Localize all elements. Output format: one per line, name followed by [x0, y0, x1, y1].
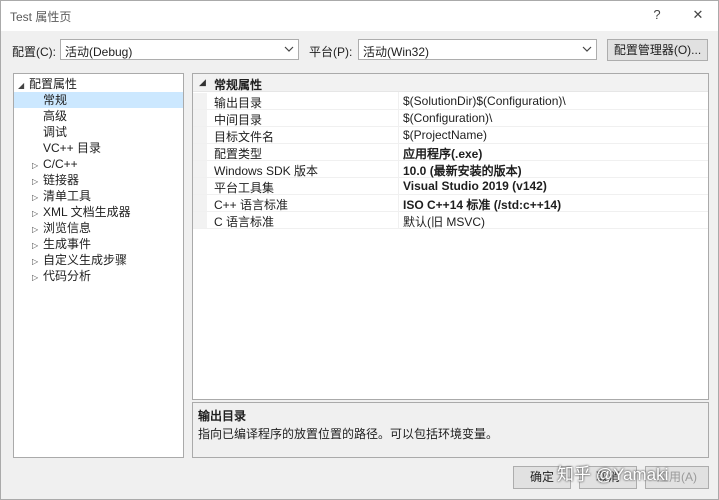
tree-item[interactable]: ▷ XML 文档生成器 — [14, 204, 183, 220]
platform-value: 活动(Win32) — [363, 45, 430, 59]
tree-item[interactable]: ▷ 自定义生成步骤 — [14, 252, 183, 268]
row-margin — [193, 110, 207, 126]
tree-item-label: C/C++ — [43, 157, 78, 171]
tree-item-label: 链接器 — [43, 173, 80, 187]
property-row[interactable]: 输出目录 $(SolutionDir)$(Configuration)\ — [193, 93, 708, 110]
tree-item-label: 调试 — [43, 125, 68, 139]
row-margin — [193, 212, 207, 228]
tree-item-label: 生成事件 — [43, 237, 92, 251]
category-tree: ◢ 配置属性 常规 高级 调试 VC++ 目录 ▷ C/C++ ▷ 链接器 ▷ 清单工具 ▷ XML 文档… — [13, 73, 184, 458]
title-bar: Test 属性页 ? ✕ — [1, 1, 718, 31]
tree-item-label: VC++ 目录 — [43, 141, 102, 155]
tree-item[interactable]: 高级 — [14, 108, 183, 124]
tree-item[interactable]: ▷ 链接器 — [14, 172, 183, 188]
tree-item[interactable]: ▷ 清单工具 — [14, 188, 183, 204]
tree-item-label: 清单工具 — [43, 189, 92, 203]
row-margin — [193, 178, 207, 194]
property-row[interactable]: 配置类型 应用程序(.exe) — [193, 144, 708, 161]
close-button[interactable]: ✕ — [690, 7, 706, 23]
property-name: 平台工具集 — [214, 181, 275, 195]
property-grid: ◢ 常规属性 输出目录 $(SolutionDir)$(Configuration… — [192, 73, 709, 400]
help-button[interactable]: ? — [649, 7, 665, 23]
watermark: 知乎 @Yamaki — [557, 465, 669, 484]
property-row[interactable]: C++ 语言标准 ISO C++14 标准 (/std:c++14) — [193, 195, 708, 212]
property-value[interactable]: 应用程序(.exe) — [403, 145, 482, 162]
property-row[interactable]: 平台工具集 Visual Studio 2019 (v142) — [193, 178, 708, 195]
collapse-icon[interactable]: ◢ — [199, 77, 206, 88]
row-margin — [193, 161, 207, 177]
property-section-title: 常规属性 — [214, 78, 263, 92]
tree-item[interactable]: ◢ 配置属性 — [14, 76, 183, 92]
tree-item[interactable]: ▷ C/C++ — [14, 156, 183, 172]
property-section-header[interactable]: ◢ 常规属性 — [193, 74, 708, 92]
tree-item[interactable]: ▷ 生成事件 — [14, 236, 183, 252]
tree-item[interactable]: 调试 — [14, 124, 183, 140]
property-name: C 语言标准 — [214, 215, 275, 229]
configuration-bar: 配置(C): 活动(Debug) 平台(P): 活动(Win32) 配置管理器(… — [1, 39, 718, 61]
property-row[interactable]: 中间目录 $(Configuration)\ — [193, 110, 708, 127]
property-value[interactable]: Visual Studio 2019 (v142) — [403, 179, 547, 193]
property-name: 目标文件名 — [214, 130, 275, 144]
property-name: Windows SDK 版本 — [214, 164, 319, 178]
row-margin — [193, 144, 207, 160]
tree-item-label: XML 文档生成器 — [43, 205, 131, 219]
tree-item-label: 代码分析 — [43, 269, 92, 283]
property-value[interactable]: $(Configuration)\ — [403, 111, 492, 125]
tree-item-label: 配置属性 — [29, 77, 78, 91]
tree-item[interactable]: VC++ 目录 — [14, 140, 183, 156]
property-row[interactable]: Windows SDK 版本 10.0 (最新安装的版本) — [193, 161, 708, 178]
configuration-value: 活动(Debug) — [65, 45, 133, 59]
chevron-down-icon — [582, 46, 592, 52]
tree-item-label: 高级 — [43, 109, 68, 123]
property-value[interactable]: 10.0 (最新安装的版本) — [403, 162, 522, 179]
property-name: 中间目录 — [214, 113, 263, 127]
window-title: Test 属性页 — [10, 10, 72, 24]
tree-item-label: 自定义生成步骤 — [43, 253, 128, 267]
expand-arrow-icon[interactable]: ▷ — [32, 270, 43, 286]
tree-item-label: 常规 — [43, 93, 68, 107]
configuration-label: 配置(C): — [12, 45, 56, 59]
property-value[interactable]: 默认(旧 MSVC) — [403, 213, 485, 230]
tree-item-label: 浏览信息 — [43, 221, 92, 235]
platform-dropdown[interactable]: 活动(Win32) — [358, 39, 597, 60]
property-value[interactable]: $(ProjectName) — [403, 128, 487, 142]
property-row[interactable]: C 语言标准 默认(旧 MSVC) — [193, 212, 708, 229]
chevron-down-icon — [284, 46, 294, 52]
column-divider[interactable] — [398, 92, 399, 228]
tree-item[interactable]: ▷ 代码分析 — [14, 268, 183, 284]
description-panel: 输出目录 指向已编译程序的放置位置的路径。可以包括环境变量。 — [192, 402, 709, 458]
property-row[interactable]: 目标文件名 $(ProjectName) — [193, 127, 708, 144]
property-name: 输出目录 — [214, 96, 263, 110]
property-value[interactable]: $(SolutionDir)$(Configuration)\ — [403, 94, 566, 108]
row-margin — [193, 195, 207, 211]
tree-item[interactable]: 常规 — [14, 92, 183, 108]
property-value[interactable]: ISO C++14 标准 (/std:c++14) — [403, 196, 561, 213]
description-title: 输出目录 — [198, 409, 247, 423]
description-text: 指向已编译程序的放置位置的路径。可以包括环境变量。 — [198, 427, 499, 441]
row-margin — [193, 127, 207, 143]
tree-item[interactable]: ▷ 浏览信息 — [14, 220, 183, 236]
property-name: 配置类型 — [214, 147, 263, 161]
property-pages-window: Test 属性页 ? ✕ 配置(C): 活动(Debug) 平台(P): 活动(… — [0, 0, 719, 500]
configuration-manager-button[interactable]: 配置管理器(O)... — [607, 39, 708, 61]
configuration-dropdown[interactable]: 活动(Debug) — [60, 39, 299, 60]
row-margin — [193, 93, 207, 109]
property-name: C++ 语言标准 — [214, 198, 289, 212]
platform-label: 平台(P): — [309, 45, 353, 59]
